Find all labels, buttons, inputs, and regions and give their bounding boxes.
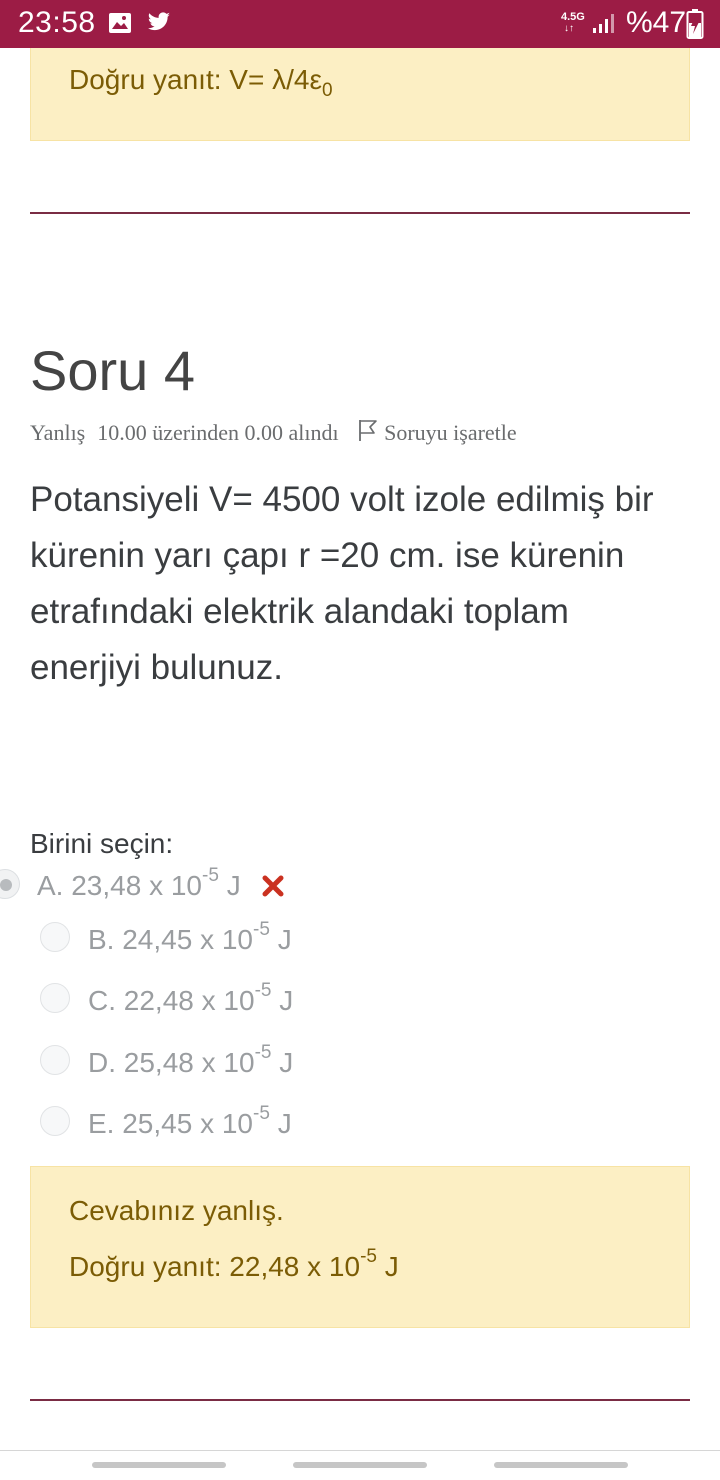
- feedback-result: Cevabınız yanlış.: [69, 1195, 284, 1226]
- signal-icon: [592, 12, 616, 39]
- battery-icon: [686, 9, 704, 44]
- option-a-exponent: -5: [202, 864, 219, 886]
- navigation-bar-border: [0, 1450, 720, 1451]
- question-status: Yanlış: [30, 420, 86, 445]
- flag-icon[interactable]: [358, 418, 378, 448]
- data-arrows-icon: ↓↑: [564, 23, 574, 34]
- network-type-label: 4.5G: [561, 11, 585, 23]
- option-d-radio[interactable]: [40, 1045, 70, 1075]
- nav-recents-handle[interactable]: [92, 1462, 226, 1468]
- question-info: Yanlış 10.00 üzerinden 0.00 alındı Soruyu…: [30, 418, 517, 448]
- status-time: 23:58: [18, 6, 96, 39]
- option-c-unit: J: [271, 985, 294, 1016]
- option-e-unit: J: [269, 1108, 292, 1139]
- option-c-label: C. 22,48 x 10: [88, 985, 255, 1016]
- previous-feedback-box: Doğru yanıt: V= λ/4ε0: [30, 48, 690, 141]
- feedback-box: Cevabınız yanlış. Doğru yanıt: 22,48 x 1…: [30, 1166, 690, 1328]
- flag-question-link[interactable]: Soruyu işaretle: [384, 420, 517, 446]
- option-a-unit: J: [218, 870, 241, 901]
- previous-correct-answer-text: Doğru yanıt: V= λ/4ε: [69, 64, 322, 95]
- option-a[interactable]: A. 23,48 x 10-5 J: [37, 866, 284, 904]
- correct-answer: Doğru yanıt: 22,48 x 10-5 J: [69, 1247, 399, 1283]
- option-d-unit: J: [271, 1047, 294, 1078]
- option-e-exponent: -5: [253, 1102, 270, 1124]
- battery-percent: %47: [626, 6, 687, 39]
- question-divider-bottom: [30, 1399, 690, 1401]
- previous-correct-answer-subscript: 0: [321, 79, 333, 101]
- option-a-radio[interactable]: [0, 869, 20, 899]
- answer-prompt: Birini seçin:: [30, 828, 174, 859]
- option-d-label: D. 25,48 x 10: [88, 1047, 255, 1078]
- option-b-label: B. 24,45 x 10: [88, 924, 254, 955]
- option-d[interactable]: D. 25,48 x 10-5 J: [88, 1043, 294, 1079]
- status-bar: 23:58 4.5G ↓↑ %47: [0, 0, 720, 48]
- option-b[interactable]: B. 24,45 x 10-5 J: [88, 920, 292, 956]
- option-e-label: E. 25,45 x 10: [88, 1108, 254, 1139]
- nav-home-handle[interactable]: [293, 1462, 427, 1468]
- twitter-icon: [146, 10, 172, 39]
- option-e-radio[interactable]: [40, 1106, 70, 1136]
- option-b-exponent: -5: [253, 918, 270, 940]
- question-text: Potansiyeli V= 4500 volt izole edilmiş b…: [30, 480, 654, 687]
- question-title: Soru 4: [30, 339, 195, 402]
- option-e[interactable]: E. 25,45 x 10-5 J: [88, 1104, 292, 1140]
- previous-correct-answer: Doğru yanıt: V= λ/4ε0: [69, 64, 333, 100]
- question-divider-top: [30, 212, 690, 214]
- option-c-exponent: -5: [254, 979, 272, 1001]
- option-c[interactable]: C. 22,48 x 10-5 J: [88, 981, 294, 1017]
- correct-answer-unit: J: [376, 1251, 399, 1282]
- incorrect-mark-icon: [262, 872, 284, 904]
- question-grade: 10.00 üzerinden 0.00 alındı: [97, 420, 339, 445]
- option-d-exponent: -5: [254, 1041, 272, 1063]
- option-c-radio[interactable]: [40, 983, 70, 1013]
- correct-answer-text: Doğru yanıt: 22,48 x 10: [69, 1251, 361, 1282]
- correct-answer-exponent: -5: [360, 1245, 377, 1267]
- option-b-unit: J: [269, 924, 292, 955]
- gallery-icon: [108, 12, 132, 39]
- option-a-label: A. 23,48 x 10: [37, 870, 203, 901]
- option-b-radio[interactable]: [40, 922, 70, 952]
- nav-back-handle[interactable]: [494, 1462, 628, 1468]
